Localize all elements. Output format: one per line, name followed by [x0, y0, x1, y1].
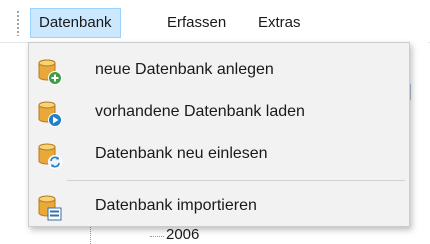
menu-item-label: Datenbank importieren: [95, 197, 257, 214]
menu-item-label: Datenbank neu einlesen: [95, 145, 268, 162]
datenbank-dropdown-menu: neue Datenbank anlegen vorhandene Datenb…: [28, 42, 410, 227]
menu-item-label: vorhandene Datenbank laden: [95, 103, 305, 120]
menu-separator: [67, 180, 405, 181]
menu-item-label: neue Datenbank anlegen: [95, 61, 274, 78]
database-refresh-icon: [38, 143, 62, 169]
menu-item-datenbank-laden[interactable]: vorhandene Datenbank laden: [29, 92, 409, 134]
menu-item-neue-datenbank[interactable]: neue Datenbank anlegen: [29, 50, 409, 92]
menu-erfassen[interactable]: Erfassen: [159, 8, 234, 38]
database-import-icon: [38, 195, 62, 221]
menu-item-datenbank-neu-einlesen[interactable]: Datenbank neu einlesen: [29, 134, 409, 176]
menu-item-datenbank-importieren[interactable]: Datenbank importieren: [29, 186, 409, 228]
menu-extras[interactable]: Extras: [250, 8, 309, 38]
tree-connector: [150, 236, 164, 237]
menu-datenbank[interactable]: Datenbank: [30, 8, 121, 38]
tree-node-year[interactable]: 2006: [166, 226, 199, 243]
menu-bar: Datenbank Erfassen Extras: [0, 0, 430, 43]
menubar-grip[interactable]: [16, 10, 20, 36]
database-load-icon: [38, 101, 62, 127]
database-add-icon: [38, 59, 62, 85]
